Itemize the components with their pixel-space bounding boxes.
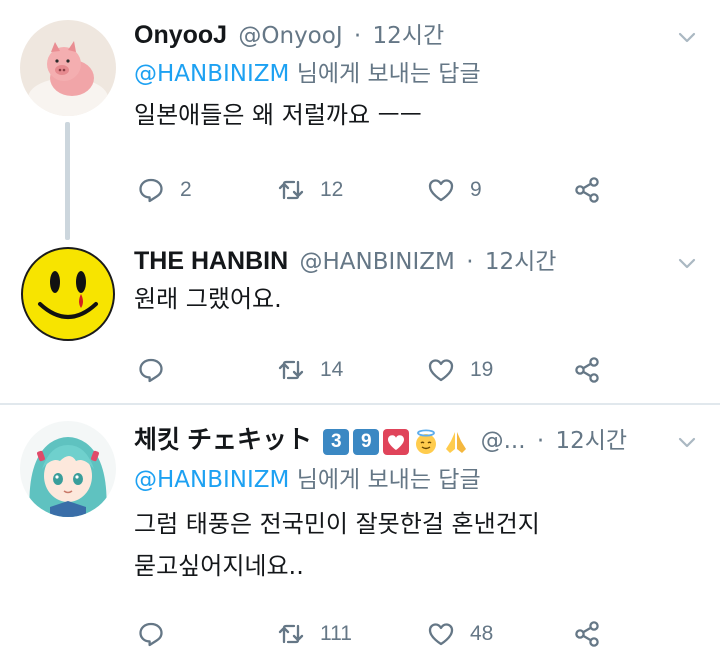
heart-icon	[428, 623, 454, 646]
display-name[interactable]: THE HANBIN	[134, 247, 288, 275]
retweet-button[interactable]: 14	[276, 352, 343, 388]
user-handle[interactable]: @...	[481, 428, 526, 454]
reply-icon	[139, 178, 163, 203]
tweet-text: 원래 그랬어요.	[134, 280, 282, 318]
tweet-the-hanbin[interactable]: THE HANBIN @HANBINIZM · 12시간 원래 그랬어요. 14…	[0, 240, 720, 404]
retweet-icon	[278, 360, 304, 380]
share-button[interactable]	[572, 172, 602, 208]
separator-dot: ·	[353, 23, 362, 49]
share-button[interactable]	[572, 352, 602, 388]
user-handle[interactable]: @OnyooJ	[238, 23, 342, 49]
pig-avatar-icon[interactable]	[20, 20, 116, 116]
smiley-avatar-icon[interactable]	[20, 246, 116, 342]
share-icon	[575, 177, 599, 203]
tweet-header: 체킷 チェキット 39 @... · 12시간	[134, 425, 627, 456]
reply-button[interactable]	[136, 616, 180, 652]
tweet-header: OnyooJ @OnyooJ · 12시간	[134, 20, 444, 51]
share-icon	[575, 357, 599, 383]
like-count: 48	[470, 622, 494, 645]
heart-emoji-icon	[383, 428, 410, 455]
tweet-text-line: 원래 그랬어요.	[134, 285, 282, 313]
reply-icon	[139, 358, 163, 383]
tweet-chekit[interactable]: 체킷 チェキット 39 @... · 12시간 @HANBINIZM 님에게 보…	[0, 405, 720, 668]
retweet-icon	[278, 180, 304, 200]
tweet-actions: 111 48	[134, 616, 614, 652]
like-button[interactable]: 19	[426, 352, 493, 388]
tweet-text-line: 그럼 태풍은 전국민이 잘못한걸 혼낸건지	[134, 510, 540, 538]
like-button[interactable]: 9	[426, 172, 482, 208]
retweet-button[interactable]: 12	[276, 172, 343, 208]
user-handle[interactable]: @HANBINIZM	[299, 249, 454, 275]
tweet-text-line: 일본애들은 왜 저럴까요 ㅡㅡ	[134, 101, 422, 129]
angel-face-icon	[416, 429, 437, 454]
timestamp[interactable]: 12시간	[485, 249, 557, 275]
tweet-onyooj[interactable]: OnyooJ @OnyooJ · 12시간 @HANBINIZM 님에게 보내는…	[0, 0, 720, 240]
heart-icon	[428, 359, 454, 382]
tweet-header: THE HANBIN @HANBINIZM · 12시간	[134, 246, 556, 277]
reply-to-handle[interactable]: @HANBINIZM	[134, 61, 289, 87]
folded-hands-icon	[446, 431, 467, 453]
separator-dot: ·	[466, 249, 474, 275]
timestamp[interactable]: 12시간	[555, 428, 627, 454]
tweet-actions: 14 19	[134, 352, 614, 388]
keycap-three-icon: 3	[323, 428, 350, 455]
like-button[interactable]: 48	[426, 616, 493, 652]
retweet-count: 14	[320, 358, 344, 381]
tweet-text: 그럼 태풍은 전국민이 잘못한걸 혼낸건지 묻고싶어지네요..	[134, 503, 540, 587]
share-button[interactable]	[572, 616, 602, 652]
retweet-icon	[278, 624, 304, 644]
chevron-down-icon[interactable]	[676, 252, 698, 274]
reply-context: @HANBINIZM 님에게 보내는 답글	[134, 465, 481, 495]
retweet-button[interactable]: 111	[276, 616, 352, 652]
reply-count: 2	[180, 178, 192, 201]
chevron-down-icon[interactable]	[676, 26, 698, 48]
separator-dot: ·	[536, 428, 545, 454]
retweet-count: 12	[320, 178, 344, 201]
retweet-count: 111	[320, 622, 352, 645]
reply-button[interactable]	[136, 352, 180, 388]
anime-avatar-icon[interactable]	[20, 421, 116, 517]
reply-button[interactable]: 2	[136, 172, 192, 208]
reply-to-label: 님에게 보내는 답글	[289, 467, 481, 493]
like-count: 9	[470, 178, 482, 201]
tweet-text-line: 묻고싶어지네요..	[134, 552, 304, 580]
share-icon	[575, 621, 599, 647]
heart-icon	[428, 179, 454, 202]
reply-to-handle[interactable]: @HANBINIZM	[134, 467, 289, 493]
reply-icon	[139, 622, 163, 647]
like-count: 19	[470, 358, 494, 381]
tweet-text: 일본애들은 왜 저럴까요 ㅡㅡ	[134, 96, 422, 134]
display-name[interactable]: OnyooJ	[134, 21, 227, 49]
display-name[interactable]: 체킷 チェキット	[134, 426, 312, 454]
timestamp[interactable]: 12시간	[373, 23, 445, 49]
tweet-actions: 2 12 9	[134, 172, 614, 208]
chevron-down-icon[interactable]	[676, 431, 698, 453]
reply-context: @HANBINIZM 님에게 보내는 답글	[134, 59, 481, 89]
reply-to-label: 님에게 보내는 답글	[289, 61, 481, 87]
keycap-nine-icon: 9	[353, 428, 380, 455]
thread-line	[65, 122, 70, 240]
